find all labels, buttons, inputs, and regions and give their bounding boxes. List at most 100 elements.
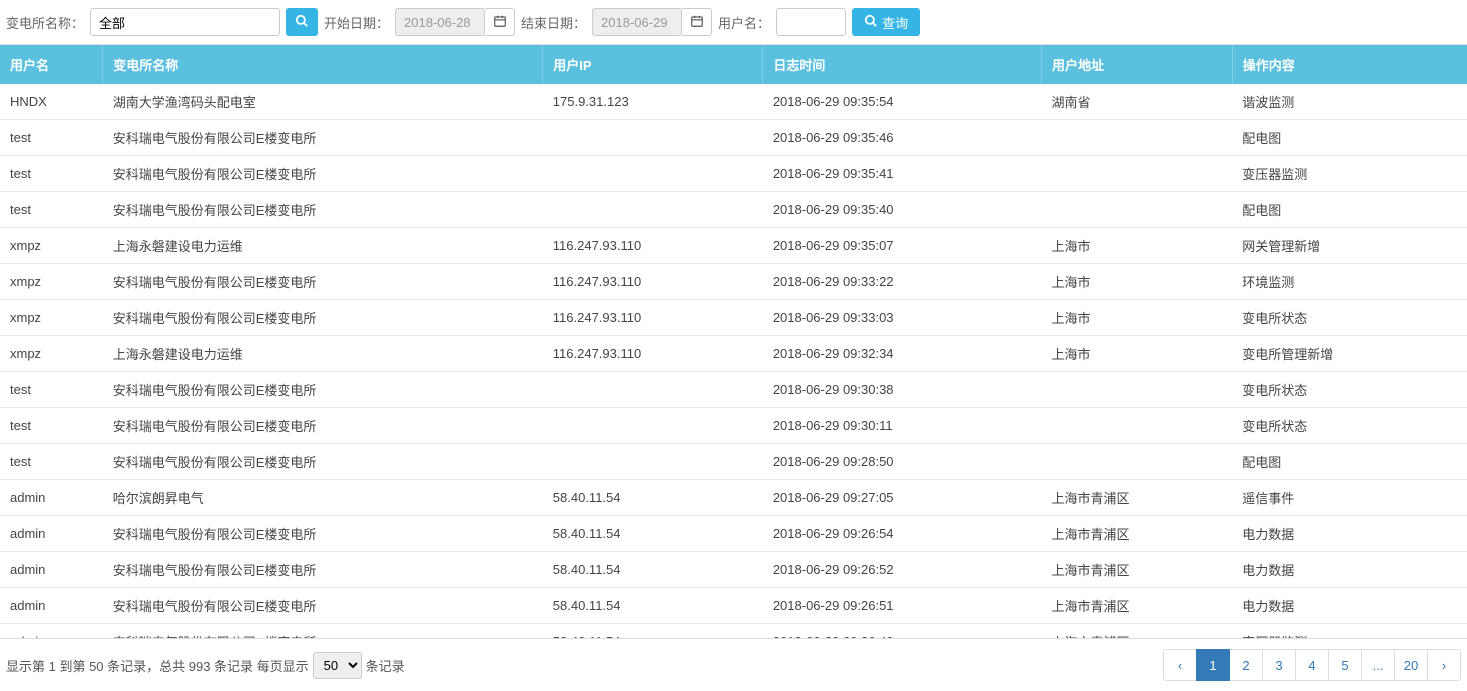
cell-user: HNDX xyxy=(0,84,103,120)
start-date-picker-button[interactable] xyxy=(485,8,515,36)
table-row[interactable]: test安科瑞电气股份有限公司E楼变电所2018-06-29 09:30:38变… xyxy=(0,372,1467,408)
cell-addr: 上海市青浦区 xyxy=(1042,588,1233,624)
table-row[interactable]: test安科瑞电气股份有限公司E楼变电所2018-06-29 09:35:41变… xyxy=(0,156,1467,192)
cell-ip: 116.247.93.110 xyxy=(543,300,763,336)
cell-addr xyxy=(1042,120,1233,156)
cell-ip xyxy=(543,372,763,408)
cell-user: xmpz xyxy=(0,300,103,336)
cell-station: 哈尔滨朗昇电气 xyxy=(103,480,543,516)
cell-user: test xyxy=(0,408,103,444)
cell-op: 变压器监测 xyxy=(1232,156,1467,192)
info-prefix: 显示第 1 到第 50 条记录，总共 993 条记录 每页显示 xyxy=(6,656,309,675)
start-date-input[interactable] xyxy=(395,8,485,36)
station-label: 变电所名称： xyxy=(6,13,84,32)
cell-station: 安科瑞电气股份有限公司E楼变电所 xyxy=(103,372,543,408)
header-station[interactable]: 变电所名称 xyxy=(103,45,543,84)
table-row[interactable]: admin安科瑞电气股份有限公司E楼变电所58.40.11.542018-06-… xyxy=(0,516,1467,552)
cell-addr: 上海市 xyxy=(1042,264,1233,300)
header-addr[interactable]: 用户地址 xyxy=(1042,45,1233,84)
cell-op: 环境监测 xyxy=(1232,264,1467,300)
cell-user: test xyxy=(0,192,103,228)
query-button[interactable]: 查询 xyxy=(852,8,920,36)
cell-station: 安科瑞电气股份有限公司E楼变电所 xyxy=(103,552,543,588)
header-op[interactable]: 操作内容 xyxy=(1232,45,1467,84)
page-4-button[interactable]: 4 xyxy=(1295,649,1329,681)
table-row[interactable]: admin安科瑞电气股份有限公司E楼变电所58.40.11.542018-06-… xyxy=(0,624,1467,639)
table-row[interactable]: test安科瑞电气股份有限公司E楼变电所2018-06-29 09:30:11变… xyxy=(0,408,1467,444)
table-row[interactable]: test安科瑞电气股份有限公司E楼变电所 2018-06-29 09:35:40 配… xyxy=(0,192,1467,228)
cell-ip xyxy=(543,120,763,156)
cell-op: 遥信事件 xyxy=(1232,480,1467,516)
cell-op: 谐波监测 xyxy=(1232,84,1467,120)
filter-toolbar: 变电所名称： 开始日期： 结束日期： 用户名： 查询 xyxy=(0,0,1467,44)
cell-user: test xyxy=(0,156,103,192)
cell-ip: 175.9.31.123 xyxy=(543,84,763,120)
cell-station: 湖南大学渔湾码头配电室 xyxy=(103,84,543,120)
table-row[interactable]: test安科瑞电气股份有限公司E楼变电所2018-06-29 09:28:50配… xyxy=(0,444,1467,480)
cell-station: 安科瑞电气股份有限公司E楼变电所 xyxy=(103,192,543,228)
table-row[interactable]: xmpz安科瑞电气股份有限公司E楼变电所116.247.93.1102018-0… xyxy=(0,300,1467,336)
info-suffix: 条记录 xyxy=(366,656,405,675)
pagination-info: 显示第 1 到第 50 条记录，总共 993 条记录 每页显示 50 条记录 xyxy=(6,652,405,679)
cell-op: 电力数据 xyxy=(1232,516,1467,552)
page-20-button[interactable]: 20 xyxy=(1394,649,1428,681)
cell-ip: 58.40.11.54 xyxy=(543,552,763,588)
table-row[interactable]: xmpz安科瑞电气股份有限公司E楼变电所116.247.93.1102018-0… xyxy=(0,264,1467,300)
header-user[interactable]: 用户名 xyxy=(0,45,103,84)
cell-op: 变电所状态 xyxy=(1232,372,1467,408)
cell-op: 配电图 xyxy=(1232,120,1467,156)
header-ip[interactable]: 用户IP xyxy=(543,45,763,84)
log-table-container[interactable]: 用户名 变电所名称 用户IP 日志时间 用户地址 操作内容 HNDX湖南大学渔湾… xyxy=(0,44,1467,638)
cell-station: 上海永磐建设电力运维 xyxy=(103,228,543,264)
cell-station: 安科瑞电气股份有限公司E楼变电所 xyxy=(103,624,543,639)
cell-addr: 上海市 xyxy=(1042,336,1233,372)
cell-op: 配电图 xyxy=(1232,192,1467,228)
cell-ip: 58.40.11.54 xyxy=(543,516,763,552)
search-icon xyxy=(864,14,878,31)
table-row[interactable]: test安科瑞电气股份有限公司E楼变电所2018-06-29 09:35:46配… xyxy=(0,120,1467,156)
cell-ip: 58.40.11.54 xyxy=(543,624,763,639)
page-2-button[interactable]: 2 xyxy=(1229,649,1263,681)
station-search-button[interactable] xyxy=(286,8,318,36)
username-input[interactable] xyxy=(776,8,846,36)
end-date-input[interactable] xyxy=(592,8,682,36)
query-button-label: 查询 xyxy=(882,13,908,32)
cell-time: 2018-06-29 09:35:46 xyxy=(763,120,1042,156)
table-row[interactable]: admin安科瑞电气股份有限公司E楼变电所58.40.11.542018-06-… xyxy=(0,588,1467,624)
cell-time: 2018-06-29 09:28:50 xyxy=(763,444,1042,480)
page-3-button[interactable]: 3 xyxy=(1262,649,1296,681)
header-time[interactable]: 日志时间 xyxy=(763,45,1042,84)
pagination: ‹ 12345...20 › xyxy=(1164,649,1461,681)
page-size-select[interactable]: 50 xyxy=(313,652,362,679)
cell-addr xyxy=(1042,192,1233,228)
table-row[interactable]: admin安科瑞电气股份有限公司E楼变电所58.40.11.542018-06-… xyxy=(0,552,1467,588)
cell-user: admin xyxy=(0,624,103,639)
cell-addr: 上海市 xyxy=(1042,300,1233,336)
cell-op: 变电所管理新增 xyxy=(1232,336,1467,372)
cell-time: 2018-06-29 09:35:07 xyxy=(763,228,1042,264)
table-row[interactable]: xmpz上海永磐建设电力运维116.247.93.1102018-06-29 0… xyxy=(0,228,1467,264)
cell-ip: 58.40.11.54 xyxy=(543,480,763,516)
station-input[interactable] xyxy=(90,8,280,36)
cell-addr: 上海市青浦区 xyxy=(1042,552,1233,588)
cell-addr: 上海市青浦区 xyxy=(1042,516,1233,552)
cell-ip xyxy=(543,444,763,480)
page-5-button[interactable]: 5 xyxy=(1328,649,1362,681)
start-date-label: 开始日期： xyxy=(324,13,389,32)
table-row[interactable]: HNDX湖南大学渔湾码头配电室175.9.31.1232018-06-29 09… xyxy=(0,84,1467,120)
cell-time: 2018-06-29 09:35:40 xyxy=(763,192,1042,228)
cell-addr: 湖南省 xyxy=(1042,84,1233,120)
calendar-icon xyxy=(690,14,704,31)
end-date-picker-button[interactable] xyxy=(682,8,712,36)
table-row[interactable]: xmpz上海永磐建设电力运维116.247.93.1102018-06-29 0… xyxy=(0,336,1467,372)
cell-time: 2018-06-29 09:26:52 xyxy=(763,552,1042,588)
table-row[interactable]: admin哈尔滨朗昇电气58.40.11.542018-06-29 09:27:… xyxy=(0,480,1467,516)
page-next-button[interactable]: › xyxy=(1427,649,1461,681)
cell-time: 2018-06-29 09:26:54 xyxy=(763,516,1042,552)
cell-op: 电力数据 xyxy=(1232,552,1467,588)
cell-time: 2018-06-29 09:30:38 xyxy=(763,372,1042,408)
page-prev-button[interactable]: ‹ xyxy=(1163,649,1197,681)
cell-addr: 上海市青浦区 xyxy=(1042,624,1233,639)
page-1-button[interactable]: 1 xyxy=(1196,649,1230,681)
cell-ip: 116.247.93.110 xyxy=(543,336,763,372)
